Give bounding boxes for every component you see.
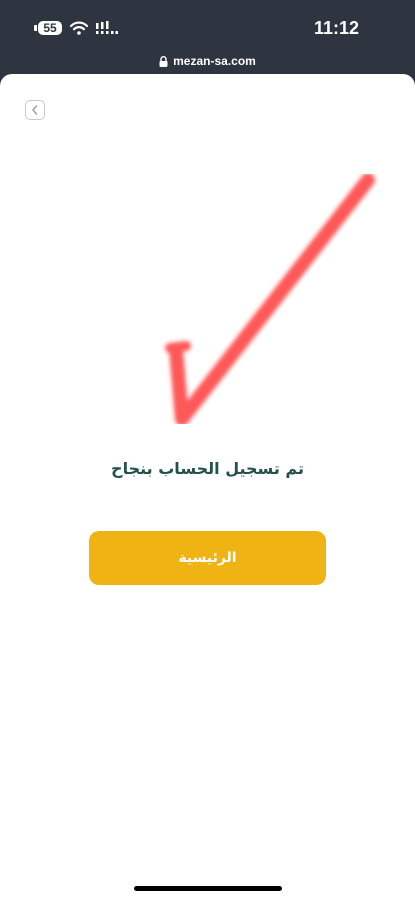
address-bar[interactable]: mezan-sa.com	[0, 52, 415, 70]
battery-icon: 55	[34, 21, 62, 35]
checkmark-icon	[165, 174, 375, 424]
home-indicator	[134, 886, 282, 891]
back-button[interactable]	[25, 100, 45, 120]
wifi-icon	[70, 21, 88, 35]
home-button[interactable]: الرئيسية	[89, 531, 326, 585]
url-text: mezan-sa.com	[173, 54, 256, 68]
chevron-left-icon	[32, 105, 38, 115]
success-message: تم تسجيل الحساب بنجاح	[111, 459, 304, 478]
clock: 11:12	[313, 18, 359, 38]
page-content: تم تسجيل الحساب بنجاح الرئيسية	[0, 74, 415, 900]
lock-icon	[159, 55, 168, 67]
status-bar: 55 11:12	[0, 0, 415, 52]
status-icons: 55	[34, 18, 118, 38]
cellular-signal-icon	[96, 21, 118, 34]
battery-level: 55	[38, 21, 62, 35]
home-button-label: الرئيسية	[178, 550, 237, 566]
